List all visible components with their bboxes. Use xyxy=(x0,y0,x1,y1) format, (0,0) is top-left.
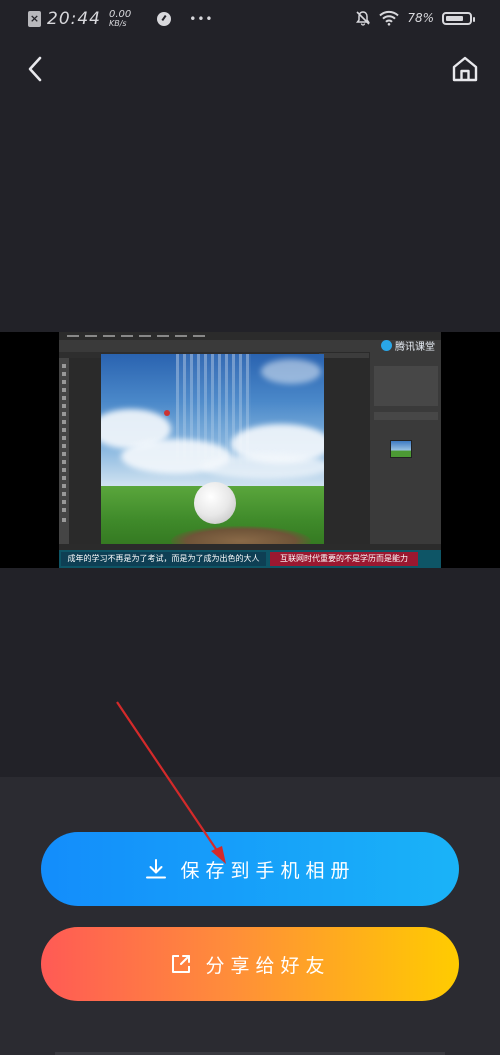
more-dots-icon: ••• xyxy=(189,12,214,26)
subtitle-right: 互联网时代重要的不是学历而是能力 xyxy=(270,552,418,566)
save-to-album-button[interactable]: 保存到手机相册 xyxy=(41,832,459,906)
tencent-classroom-logo xyxy=(381,340,392,351)
watermark: 腾讯课堂 xyxy=(381,338,435,353)
chevron-left-icon xyxy=(28,56,42,82)
home-icon xyxy=(452,56,478,82)
battery-fill xyxy=(446,15,463,21)
ps-panel-tabs xyxy=(374,412,438,420)
golf-ball xyxy=(194,482,236,524)
share-to-friends-button[interactable]: 分享给好友 xyxy=(41,927,459,1001)
subtitle-bar: 成年的学习不再是为了考试，而是为了成为出色的大人 互联网时代重要的不是学历而是能… xyxy=(59,550,441,568)
ps-right-panels xyxy=(369,352,441,548)
status-bar-left: × 20:44 0.00 KB/s ••• xyxy=(28,9,214,29)
status-bar: × 20:44 0.00 KB/s ••• 78% xyxy=(0,0,500,38)
golf-image-canvas xyxy=(101,354,324,544)
net-speed: 0.00 KB/s xyxy=(109,9,132,29)
wifi-icon xyxy=(379,10,400,26)
net-speed-value: 0.00 xyxy=(109,9,132,20)
red-dot xyxy=(164,410,170,416)
ps-layer-thumbnail xyxy=(390,440,412,458)
close-box-icon: × xyxy=(28,11,41,27)
clock-time: 20:44 xyxy=(47,9,101,29)
preview-image: 腾讯课堂 成年的学习不再是为了考试，而是为了成为出色的大人 互联网时代重要的不是… xyxy=(0,332,500,568)
share-icon xyxy=(172,955,191,973)
bottom-action-panel xyxy=(0,777,500,1055)
mute-bell-icon xyxy=(356,11,371,26)
ps-properties-panel xyxy=(374,366,438,406)
back-button[interactable] xyxy=(22,55,50,83)
battery-percent: 78% xyxy=(407,11,434,25)
share-button-label: 分享给好友 xyxy=(205,954,331,977)
save-button-label: 保存到手机相册 xyxy=(180,859,356,882)
net-speed-unit: KB/s xyxy=(109,19,127,28)
cloud xyxy=(261,359,321,384)
status-bar-right: 78% xyxy=(355,10,475,26)
watermark-text: 腾讯课堂 xyxy=(395,342,435,353)
light-rays xyxy=(176,354,251,474)
home-button[interactable] xyxy=(450,54,480,84)
speedometer-icon xyxy=(157,12,172,26)
photoshop-screenshot: 腾讯课堂 成年的学习不再是为了考试，而是为了成为出色的大人 互联网时代重要的不是… xyxy=(59,332,441,568)
download-icon xyxy=(146,859,167,879)
battery-icon xyxy=(442,11,475,25)
subtitle-left: 成年的学习不再是为了考试，而是为了成为出色的大人 xyxy=(61,552,266,566)
ps-toolbar xyxy=(59,358,69,548)
